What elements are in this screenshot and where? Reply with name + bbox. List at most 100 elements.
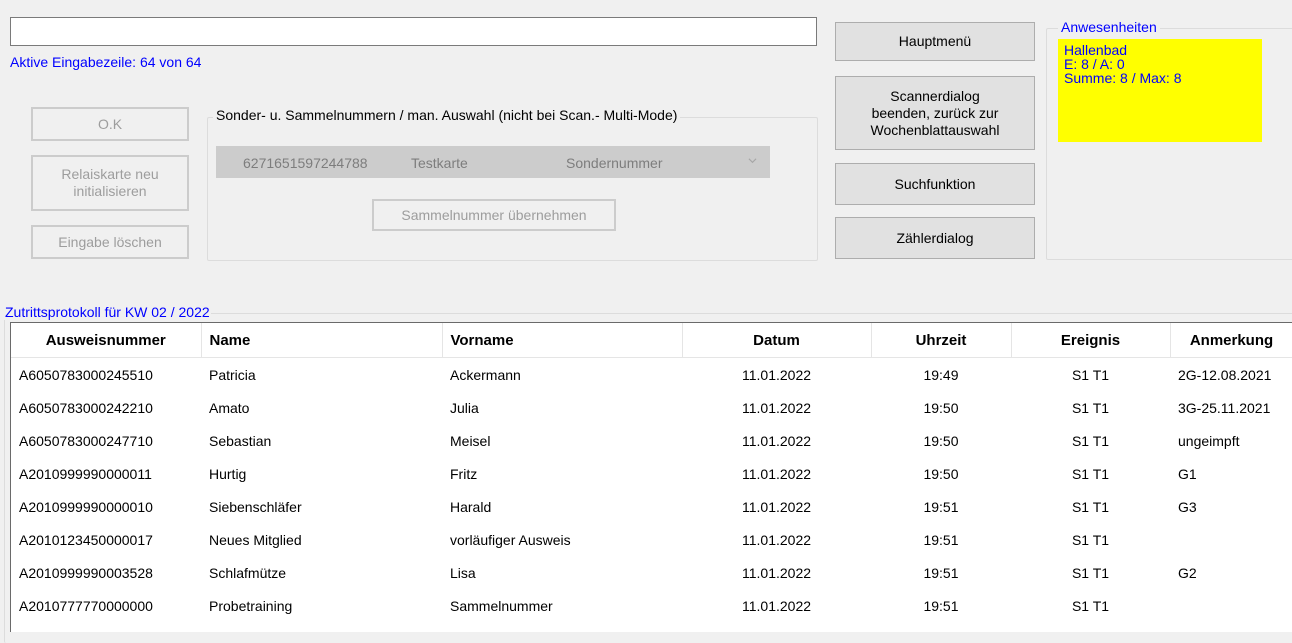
cell-ereignis: S1 T1 bbox=[1071, 399, 1110, 416]
cell-uhrzeit: 19:50 bbox=[923, 399, 959, 416]
column-header-ereignis[interactable]: Ereignis bbox=[1011, 323, 1171, 358]
end-scanner-label-line2: beenden, zurück zur bbox=[871, 104, 999, 121]
cell-ausweisnummer: A6050783000242210 bbox=[19, 399, 153, 416]
cell-name: Schlafmütze bbox=[209, 564, 287, 581]
cell-ereignis: S1 T1 bbox=[1071, 366, 1110, 383]
access-log-title: Zutrittsprotokoll für KW 02 / 2022 bbox=[4, 304, 211, 320]
cell-ausweisnummer: A2010999990003528 bbox=[19, 564, 153, 581]
cell-vorname: vorläufiger Ausweis bbox=[450, 531, 571, 548]
cell-name: Neues Mitglied bbox=[209, 531, 302, 548]
cell-uhrzeit: 19:50 bbox=[923, 432, 959, 449]
attendance-entries: E: 8 / A: 0 bbox=[1064, 56, 1125, 72]
entry-input[interactable] bbox=[10, 17, 817, 46]
table-row[interactable]: A6050783000247710 Sebastian Meisel 11.01.20… bbox=[11, 424, 1292, 457]
cell-anmerkung: G2 bbox=[1178, 564, 1197, 581]
entry-status-label: Aktive Eingabezeile: 64 von 64 bbox=[10, 54, 202, 70]
cell-anmerkung bbox=[1170, 523, 1292, 556]
ok-label: O.K bbox=[97, 115, 123, 132]
ok-button[interactable]: O.K bbox=[31, 107, 189, 141]
cell-datum: 11.01.2022 bbox=[741, 531, 812, 548]
cell-ereignis: S1 T1 bbox=[1071, 597, 1110, 614]
cell-datum: 11.01.2022 bbox=[741, 597, 812, 614]
cell-anmerkung: 2G-12.08.2021 bbox=[1178, 366, 1272, 383]
special-numbers-group-title: Sonder- u. Sammelnummern / man. Auswahl … bbox=[213, 107, 681, 123]
reinit-relay-label-line2: initialisieren bbox=[73, 183, 147, 199]
search-label: Suchfunktion bbox=[894, 175, 976, 192]
cell-datum: 11.01.2022 bbox=[741, 465, 812, 482]
access-log-table[interactable]: Ausweisnummer Name Vorname Datum Uhrzeit… bbox=[10, 322, 1292, 632]
table-row[interactable]: A2010123450000017 Neues Mitglied vorläufig… bbox=[11, 523, 1292, 556]
counter-dialog-button[interactable]: Zählerdialog bbox=[835, 217, 1035, 259]
cell-uhrzeit: 19:49 bbox=[923, 366, 959, 383]
cell-datum: 11.01.2022 bbox=[741, 366, 812, 383]
attendance-info-box: Hallenbad E: 8 / A: 0 Summe: 8 / Max: 8 bbox=[1058, 39, 1262, 142]
table-row[interactable]: A2010999990000010 Siebenschläfer Harald 11.… bbox=[11, 490, 1292, 523]
table-row[interactable]: A2010777770000000 Probetraining Sammelnumm… bbox=[11, 589, 1292, 622]
cell-ausweisnummer: A2010777770000000 bbox=[19, 597, 153, 614]
column-header-name[interactable]: Name bbox=[201, 323, 443, 358]
column-header-uhrzeit[interactable]: Uhrzeit bbox=[871, 323, 1012, 358]
table-row[interactable]: A2010999990000011 Hurtig Fritz 11.01.2022 19… bbox=[11, 457, 1292, 490]
special-numbers-group bbox=[207, 117, 818, 261]
column-header-ausweisnummer[interactable]: Ausweisnummer bbox=[11, 323, 202, 358]
cell-ausweisnummer: A6050783000245510 bbox=[19, 366, 153, 383]
cell-uhrzeit: 19:50 bbox=[923, 465, 959, 482]
end-scanner-dialog-button[interactable]: Scannerdialog beenden, zurück zur Wochen… bbox=[835, 76, 1035, 150]
chevron-down-icon bbox=[748, 158, 757, 164]
attendance-location: Hallenbad bbox=[1064, 42, 1128, 58]
cell-vorname: Sammelnummer bbox=[450, 597, 553, 614]
cell-uhrzeit: 19:51 bbox=[923, 498, 959, 515]
cell-datum: 11.01.2022 bbox=[741, 432, 812, 449]
cell-name: Hurtig bbox=[209, 465, 247, 482]
take-collective-number-button[interactable]: Sammelnummer übernehmen bbox=[372, 199, 616, 231]
cell-name: Siebenschläfer bbox=[209, 498, 302, 515]
select-card-name: Testkarte bbox=[411, 155, 468, 171]
attendance-group-title: Anwesenheiten bbox=[1058, 19, 1160, 35]
reinit-relay-label-line1: Relaiskarte neu bbox=[61, 166, 159, 182]
cell-ausweisnummer: A2010999990000010 bbox=[19, 498, 153, 515]
cell-vorname: Meisel bbox=[450, 432, 491, 449]
special-number-select[interactable]: 6271651597244788 Testkarte Sondernummer bbox=[216, 146, 770, 178]
main-menu-label: Hauptmenü bbox=[898, 33, 972, 49]
clear-input-button[interactable]: Eingabe löschen bbox=[31, 225, 189, 259]
column-header-vorname[interactable]: Vorname bbox=[442, 323, 683, 358]
select-card-number: 6271651597244788 bbox=[243, 155, 368, 171]
table-row[interactable]: A6050783000242210 Amato Julia 11.01.2022 19:… bbox=[11, 391, 1292, 424]
cell-uhrzeit: 19:51 bbox=[923, 597, 959, 614]
cell-vorname: Ackermann bbox=[450, 366, 521, 383]
cell-vorname: Lisa bbox=[450, 564, 476, 581]
cell-vorname: Fritz bbox=[450, 465, 478, 482]
cell-anmerkung: 3G-25.11.2021 bbox=[1178, 399, 1271, 416]
search-button[interactable]: Suchfunktion bbox=[835, 163, 1035, 205]
cell-anmerkung: G1 bbox=[1178, 465, 1197, 482]
column-header-anmerkung[interactable]: Anmerkung bbox=[1170, 323, 1292, 358]
select-card-type: Sondernummer bbox=[566, 155, 663, 171]
cell-ausweisnummer: A6050783000247710 bbox=[19, 432, 153, 449]
end-scanner-label-line1: Scannerdialog bbox=[890, 87, 980, 104]
cell-ereignis: S1 T1 bbox=[1071, 531, 1110, 548]
cell-datum: 11.01.2022 bbox=[741, 564, 812, 581]
cell-uhrzeit: 19:51 bbox=[923, 531, 959, 548]
table-row[interactable]: A2010999990003528 Schlafmütze Lisa 11.01.20… bbox=[11, 556, 1292, 589]
cell-anmerkung: ungeimpft bbox=[1178, 432, 1240, 449]
cell-datum: 11.01.2022 bbox=[741, 498, 812, 515]
reinit-relay-button[interactable]: Relaiskarte neu initialisieren bbox=[31, 155, 189, 211]
cell-anmerkung: G3 bbox=[1178, 498, 1197, 515]
cell-ausweisnummer: A2010999990000011 bbox=[19, 465, 152, 482]
cell-name: Amato bbox=[209, 399, 250, 416]
end-scanner-label-line3: Wochenblattauswahl bbox=[870, 121, 1000, 138]
attendance-sum: Summe: 8 / Max: 8 bbox=[1064, 70, 1182, 86]
cell-datum: 11.01.2022 bbox=[741, 399, 812, 416]
main-menu-button[interactable]: Hauptmenü bbox=[835, 22, 1035, 61]
take-collective-number-label: Sammelnummer übernehmen bbox=[401, 206, 587, 223]
cell-ereignis: S1 T1 bbox=[1071, 564, 1110, 581]
table-row[interactable]: A6050783000245510 Patricia Ackermann 11.01.… bbox=[11, 358, 1292, 392]
counter-dialog-label: Zählerdialog bbox=[896, 229, 974, 246]
cell-name: Sebastian bbox=[209, 432, 272, 449]
clear-input-label: Eingabe löschen bbox=[58, 233, 162, 250]
cell-uhrzeit: 19:51 bbox=[923, 564, 959, 581]
cell-ereignis: S1 T1 bbox=[1071, 498, 1110, 515]
column-header-datum[interactable]: Datum bbox=[682, 323, 872, 358]
cell-name: Patricia bbox=[209, 366, 256, 383]
cell-vorname: Julia bbox=[450, 399, 479, 416]
